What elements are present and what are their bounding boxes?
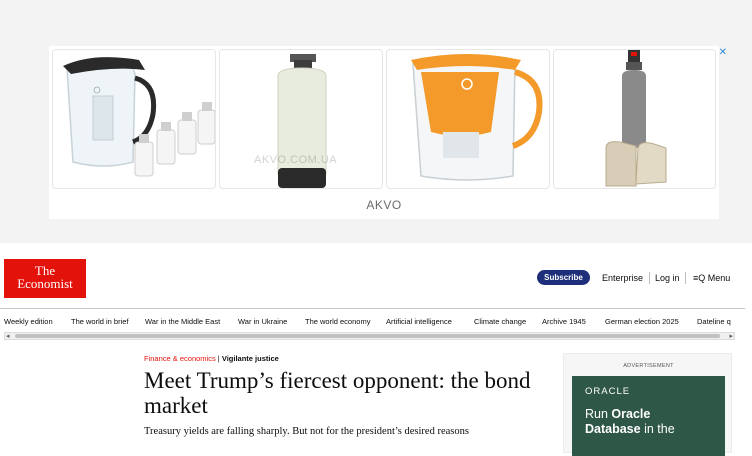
- oracle-ad[interactable]: ORACLE Run Oracle Database in the: [572, 376, 725, 456]
- oracle-text-pre: Run: [585, 407, 612, 421]
- softener-tank-image: [277, 54, 327, 188]
- menu-label: Menu: [707, 273, 731, 283]
- top-ad-zone: ⓘ ✕: [0, 0, 752, 243]
- scroll-right-icon[interactable]: ▸: [729, 332, 733, 340]
- enterprise-link[interactable]: Enterprise: [602, 271, 643, 285]
- ad-close-icon[interactable]: ✕: [719, 47, 727, 58]
- ad-product-card[interactable]: [52, 49, 216, 189]
- sidebar-advertisement: ADVERTISEMENT ORACLE Run Oracle Database…: [563, 353, 732, 456]
- article-standfirst: Treasury yields are falling sharply. But…: [144, 426, 469, 437]
- scrollbar-thumb[interactable]: [15, 334, 720, 338]
- nav-item-ukraine[interactable]: War in Ukraine: [238, 317, 287, 326]
- nav-item-german-election[interactable]: German election 2025: [605, 317, 679, 326]
- oracle-text-bold2: Database: [585, 422, 641, 436]
- oracle-text-bold1: Oracle: [611, 407, 651, 421]
- advertisement-label: ADVERTISEMENT: [623, 363, 674, 369]
- nav-item-dateline[interactable]: Dateline q: [697, 317, 731, 326]
- nav-item-weekly-edition[interactable]: Weekly edition: [4, 317, 53, 326]
- pitcher-with-cartridges-image: [63, 57, 215, 177]
- article-kicker: Finance & economics | Vigilante justice: [144, 354, 279, 363]
- menu-button[interactable]: ≡Q Menu: [693, 271, 730, 285]
- login-link[interactable]: Log in: [655, 271, 680, 285]
- industrial-filter-image: [605, 50, 667, 187]
- subscribe-button[interactable]: Subscribe: [537, 270, 590, 285]
- oracle-ad-text: Run Oracle Database in the: [585, 407, 712, 437]
- nav-item-world-economy[interactable]: The world economy: [305, 317, 370, 326]
- ad-product-card[interactable]: AKVO.COM.UA: [219, 49, 383, 189]
- fly-title: Vigilante justice: [221, 354, 279, 363]
- nav-item-middle-east[interactable]: War in the Middle East: [145, 317, 220, 326]
- topic-nav: Weekly edition The world in brief War in…: [0, 308, 745, 332]
- ad-product-card[interactable]: [553, 49, 716, 189]
- nav-item-world-in-brief[interactable]: The world in brief: [71, 317, 129, 326]
- ad-banner[interactable]: ⓘ ✕: [49, 46, 727, 219]
- economist-logo[interactable]: The Economist: [4, 259, 86, 298]
- nav-scrollbar[interactable]: ◂ ▸: [4, 332, 735, 340]
- nav-item-ai[interactable]: Artificial intelligence: [386, 317, 452, 326]
- logo-line-2: Economist: [17, 276, 73, 291]
- oracle-logo: ORACLE: [585, 386, 631, 397]
- ad-watermark: AKVO.COM.UA: [254, 154, 338, 166]
- nav-item-archive[interactable]: Archive 1945: [542, 317, 586, 326]
- header-divider: [685, 272, 686, 284]
- nav-item-climate[interactable]: Climate change: [474, 317, 526, 326]
- menu-icon: ≡Q: [693, 273, 706, 283]
- oracle-text-post: in the: [640, 422, 675, 436]
- orange-pitcher-image: [411, 54, 543, 181]
- article-headline: Meet Trump’s fiercest opponent: the bond…: [144, 368, 531, 418]
- ad-product-card[interactable]: [386, 49, 550, 189]
- scroll-left-icon[interactable]: ◂: [6, 332, 10, 340]
- header-divider: [649, 272, 650, 284]
- site-header: The Economist Subscribe Enterprise Log i…: [0, 243, 752, 308]
- ad-brand-label[interactable]: AKVO: [49, 192, 719, 219]
- section-link[interactable]: Finance & economics: [144, 354, 216, 363]
